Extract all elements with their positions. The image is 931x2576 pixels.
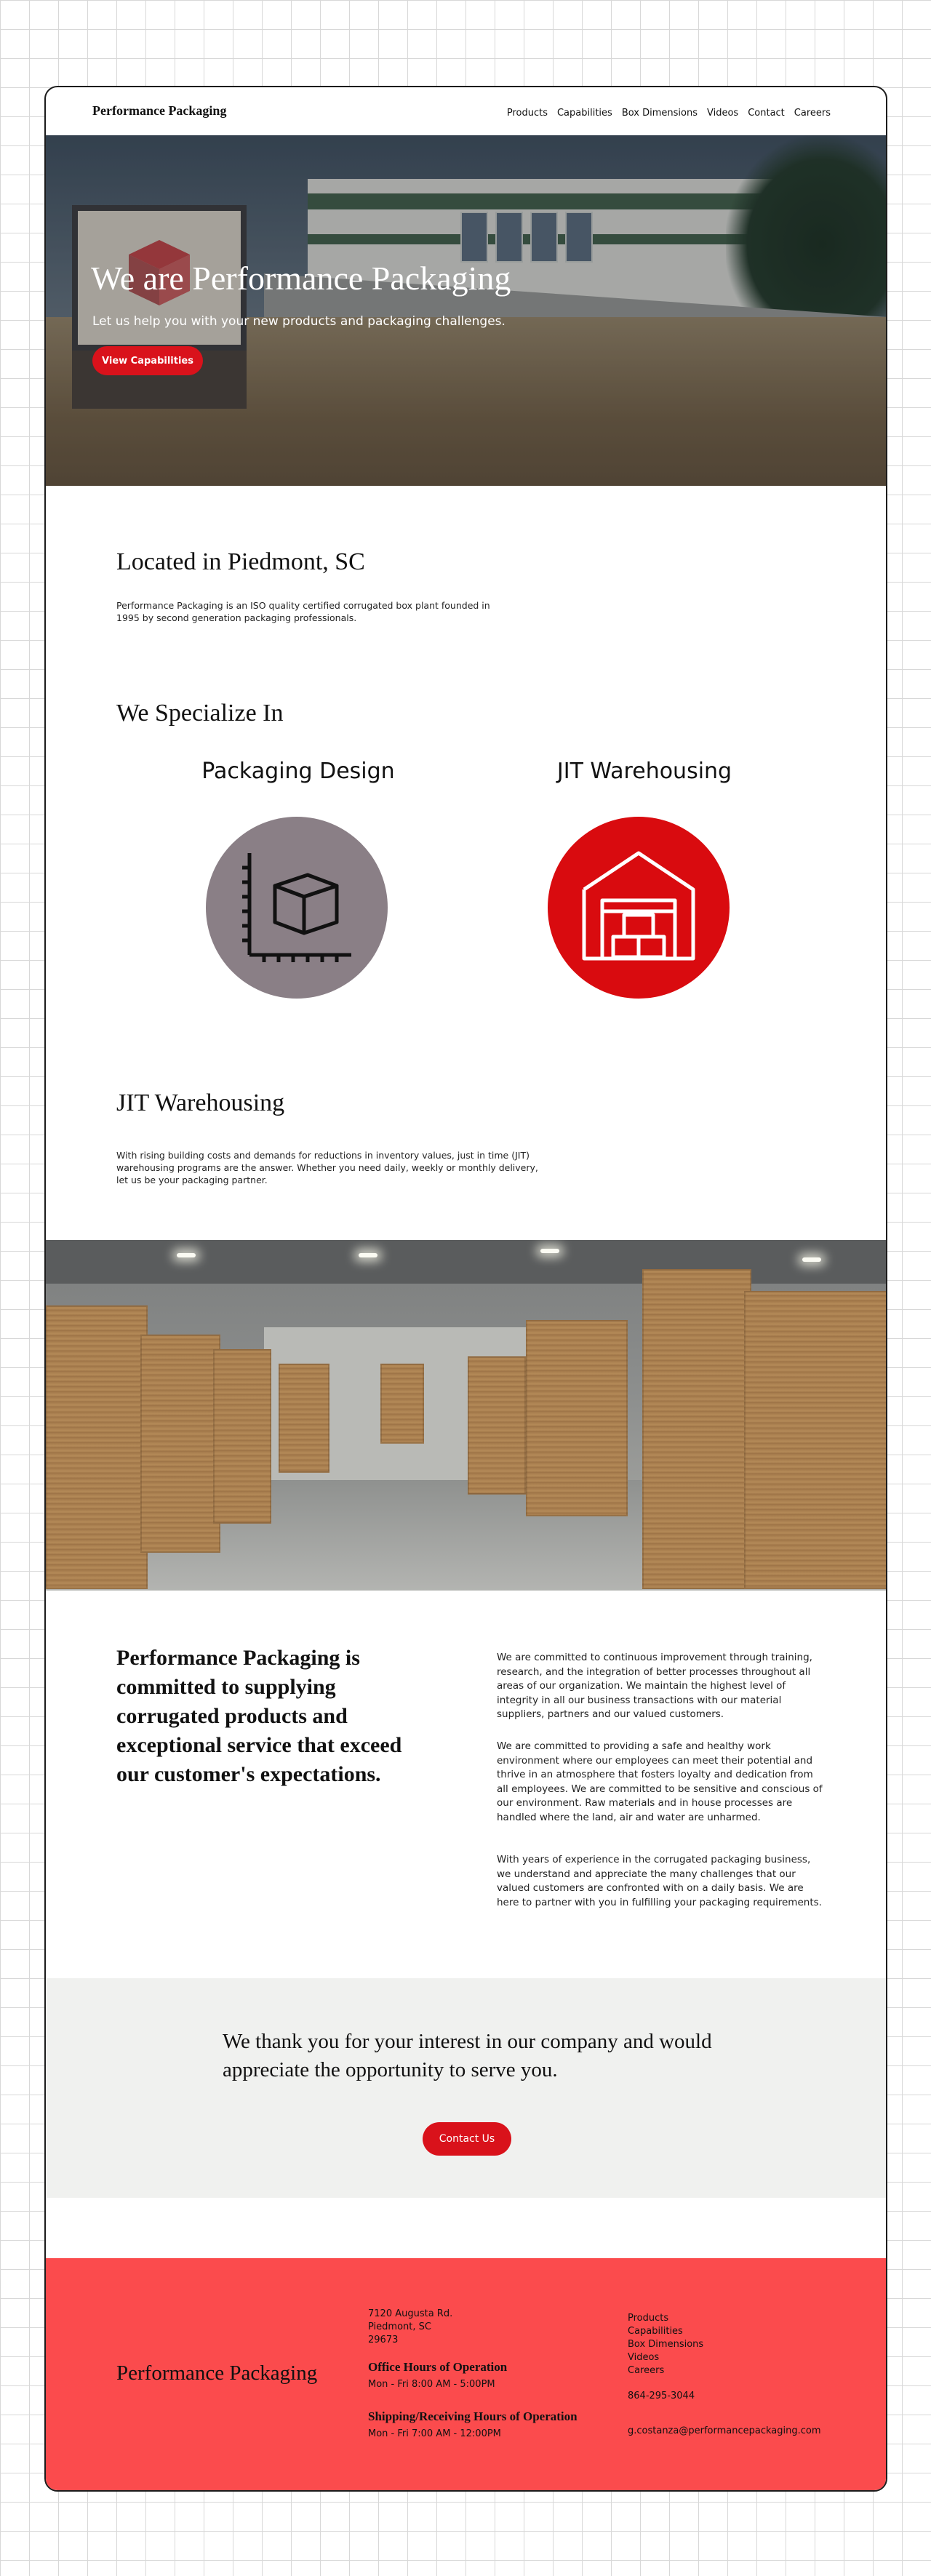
hero-title: We are Performance Packaging xyxy=(91,260,511,297)
thanks-text: We thank you for your interest in our co… xyxy=(223,2030,712,2081)
nav-products[interactable]: Products xyxy=(507,108,548,119)
address-line: 29673 xyxy=(368,2335,399,2345)
nav-box-dimensions[interactable]: Box Dimensions xyxy=(622,108,698,119)
commitment-paragraph-3: With years of experience in the corrugat… xyxy=(497,1854,822,1908)
shipping-hours-heading: Shipping/Receiving Hours of Operation xyxy=(368,2409,578,2423)
office-hours: Mon - Fri 8:00 AM - 5:00PM xyxy=(368,2379,495,2390)
box-design-icon xyxy=(242,853,351,962)
commitment-paragraph-2: We are committed to providing a safe and… xyxy=(497,1740,823,1823)
view-capabilities-button[interactable]: View Capabilities xyxy=(92,346,203,375)
page-frame: Performance Packaging Products Capabilit… xyxy=(44,86,887,2492)
footer-address: 7120 Augusta Rd. Piedmont, SC 29673 xyxy=(368,2308,452,2347)
box-stack xyxy=(526,1320,628,1516)
located-text: Performance Packaging is an ISO quality … xyxy=(116,600,490,623)
footer-link-products[interactable]: Products xyxy=(628,2312,703,2325)
packaging-design-circle[interactable] xyxy=(206,817,388,999)
warehouse-ceiling xyxy=(46,1240,886,1284)
jit-warehousing-label: JIT Warehousing xyxy=(556,759,732,784)
box-stack xyxy=(642,1269,751,1589)
thanks-band: We thank you for your interest in our co… xyxy=(46,1978,886,2198)
jit-title: JIT Warehousing xyxy=(116,1089,285,1116)
main-nav: Products Capabilities Box Dimensions Vid… xyxy=(507,108,831,119)
nav-videos[interactable]: Videos xyxy=(707,108,738,119)
hero-banner: We are Performance Packaging Let us help… xyxy=(46,135,886,486)
box-stack xyxy=(213,1349,271,1524)
box-stack xyxy=(744,1291,886,1589)
address-line: Piedmont, SC xyxy=(368,2321,431,2332)
hero-overlay xyxy=(46,135,886,486)
nav-careers[interactable]: Careers xyxy=(794,108,831,119)
box-stack xyxy=(46,1305,148,1589)
warehouse-icon xyxy=(582,851,695,961)
box-stack xyxy=(468,1356,526,1495)
site-footer: Performance Packaging 7120 Augusta Rd. P… xyxy=(46,2258,886,2490)
ceiling-light xyxy=(359,1253,377,1257)
shipping-hours: Mon - Fri 7:00 AM - 12:00PM xyxy=(368,2428,501,2439)
address-line: 7120 Augusta Rd. xyxy=(368,2308,453,2319)
footer-link-videos[interactable]: Videos xyxy=(628,2351,703,2364)
specialize-title: We Specialize In xyxy=(116,700,284,727)
nav-capabilities[interactable]: Capabilities xyxy=(557,108,612,119)
site-logo[interactable]: Performance Packaging xyxy=(92,103,226,119)
footer-logo[interactable]: Performance Packaging xyxy=(116,2361,317,2385)
box-stack xyxy=(279,1364,329,1473)
footer-link-capabilities[interactable]: Capabilities xyxy=(628,2325,703,2338)
ceiling-light xyxy=(540,1249,559,1253)
ceiling-light xyxy=(177,1253,196,1257)
box-stack xyxy=(140,1335,220,1553)
footer-email[interactable]: g.costanza@performancepackaging.com xyxy=(628,2425,821,2436)
jit-warehousing-circle[interactable] xyxy=(548,817,730,999)
box-stack xyxy=(380,1364,424,1444)
located-title: Located in Piedmont, SC xyxy=(116,548,365,575)
nav-contact[interactable]: Contact xyxy=(748,108,785,119)
jit-text: With rising building costs and demands f… xyxy=(116,1150,538,1185)
hero-subtitle: Let us help you with your new products a… xyxy=(92,314,506,329)
footer-phone[interactable]: 864-295-3044 xyxy=(628,2391,695,2401)
office-hours-heading: Office Hours of Operation xyxy=(368,2360,508,2374)
site-header: Performance Packaging Products Capabilit… xyxy=(46,87,886,135)
footer-link-careers[interactable]: Careers xyxy=(628,2364,703,2377)
packaging-design-label: Packaging Design xyxy=(201,759,395,784)
ceiling-light xyxy=(802,1257,821,1262)
commitment-paragraph-1: We are committed to continuous improveme… xyxy=(497,1652,812,1720)
contact-us-button[interactable]: Contact Us xyxy=(423,2122,511,2156)
footer-links: Products Capabilities Box Dimensions Vid… xyxy=(628,2312,703,2377)
footer-link-box-dimensions[interactable]: Box Dimensions xyxy=(628,2338,703,2351)
warehouse-photo xyxy=(46,1240,886,1591)
commitment-title: Performance Packaging is committed to su… xyxy=(116,1646,402,1786)
